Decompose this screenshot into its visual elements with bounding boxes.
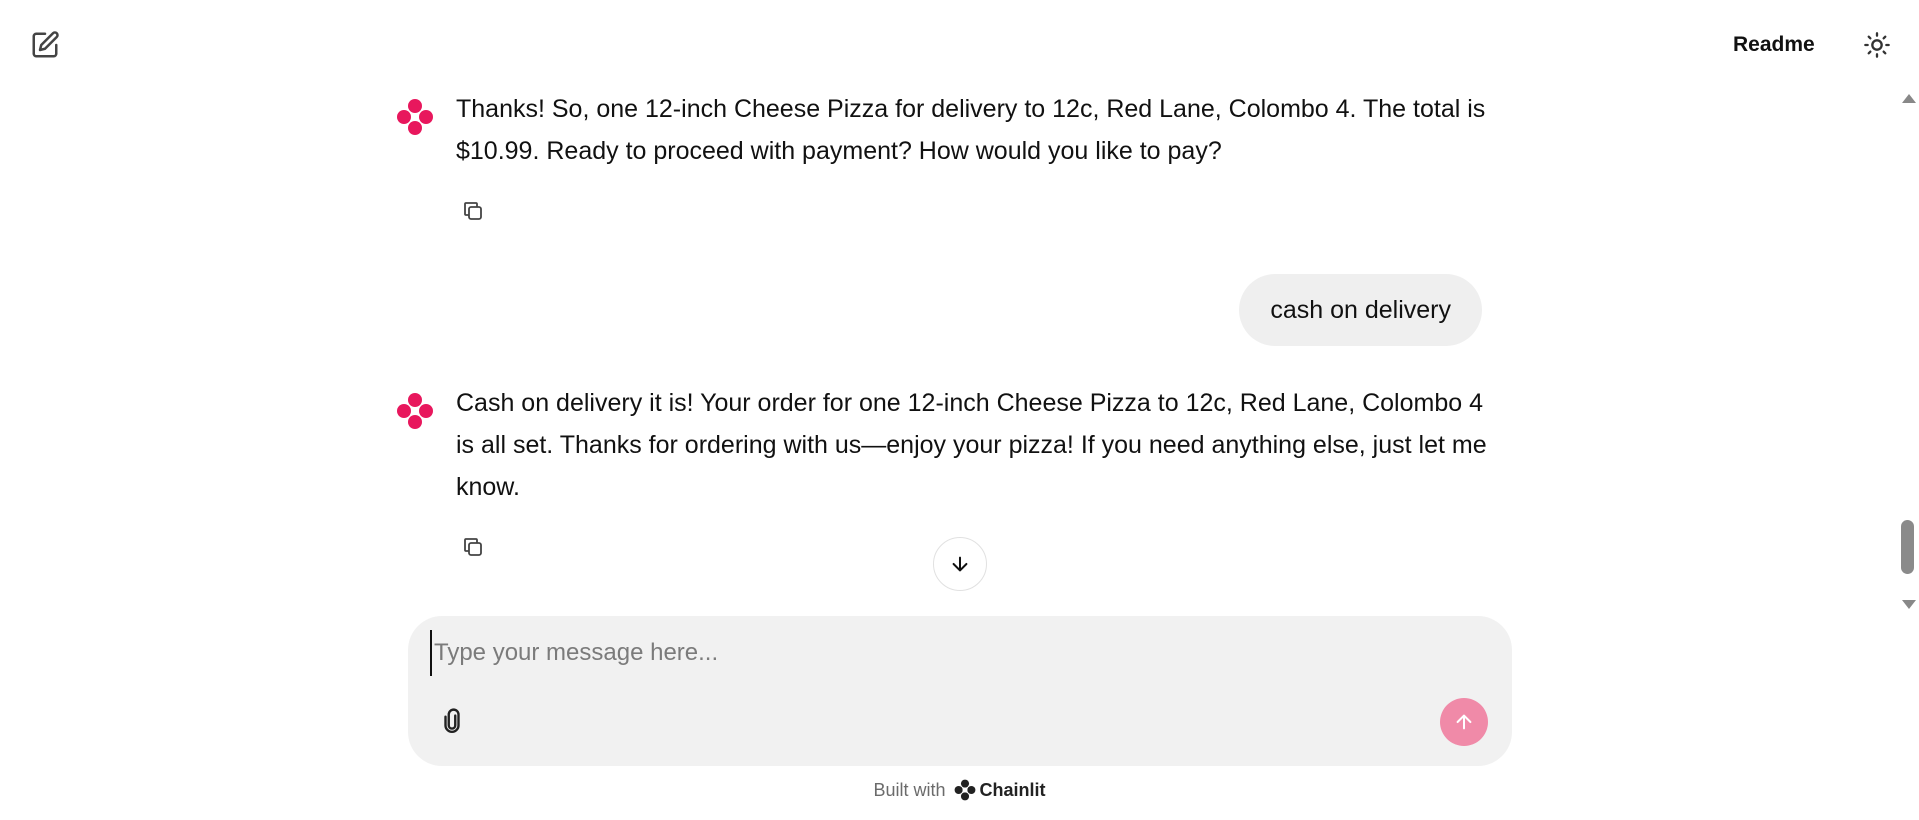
user-message-text: cash on delivery <box>1270 295 1451 324</box>
chainlit-logo-icon <box>397 99 433 135</box>
chainlit-brand-text: Chainlit <box>979 779 1046 800</box>
arrow-down-icon <box>952 556 968 572</box>
assistant-message-text: Thanks! So, one 12-inch Cheese Pizza for… <box>456 95 1486 165</box>
scroll-to-bottom-button[interactable] <box>933 537 987 591</box>
message-input[interactable] <box>430 630 1486 676</box>
copy-icon <box>464 538 482 556</box>
footer: Built with Chainlit <box>0 776 1919 804</box>
scrollbar-thumb[interactable] <box>1901 520 1914 574</box>
scrollbar[interactable] <box>1898 90 1919 615</box>
scrollbar-up-arrow[interactable] <box>1902 94 1916 103</box>
copy-button[interactable] <box>456 530 490 564</box>
assistant-message-text: Cash on delivery it is! Your order for o… <box>456 389 1487 501</box>
paperclip-icon <box>444 708 460 734</box>
scrollbar-down-arrow[interactable] <box>1902 600 1916 609</box>
message-list: Thanks! So, one 12-inch Cheese Pizza for… <box>0 0 1900 610</box>
copy-button[interactable] <box>456 194 490 228</box>
chainlit-logo-icon <box>954 779 975 801</box>
chat-page: Readme Thanks! So, one 12-inch Cheese Pi… <box>0 0 1919 820</box>
chainlit-brand-link[interactable]: Chainlit <box>954 779 1046 801</box>
user-message-bubble: cash on delivery <box>1239 274 1482 346</box>
chainlit-logo-icon <box>397 393 433 429</box>
arrow-up-icon <box>1456 714 1472 730</box>
message-composer <box>408 616 1512 766</box>
send-button[interactable] <box>1440 698 1488 746</box>
built-with-label: Built with <box>873 779 946 800</box>
attach-file-button[interactable] <box>434 701 470 741</box>
copy-icon <box>464 202 482 220</box>
